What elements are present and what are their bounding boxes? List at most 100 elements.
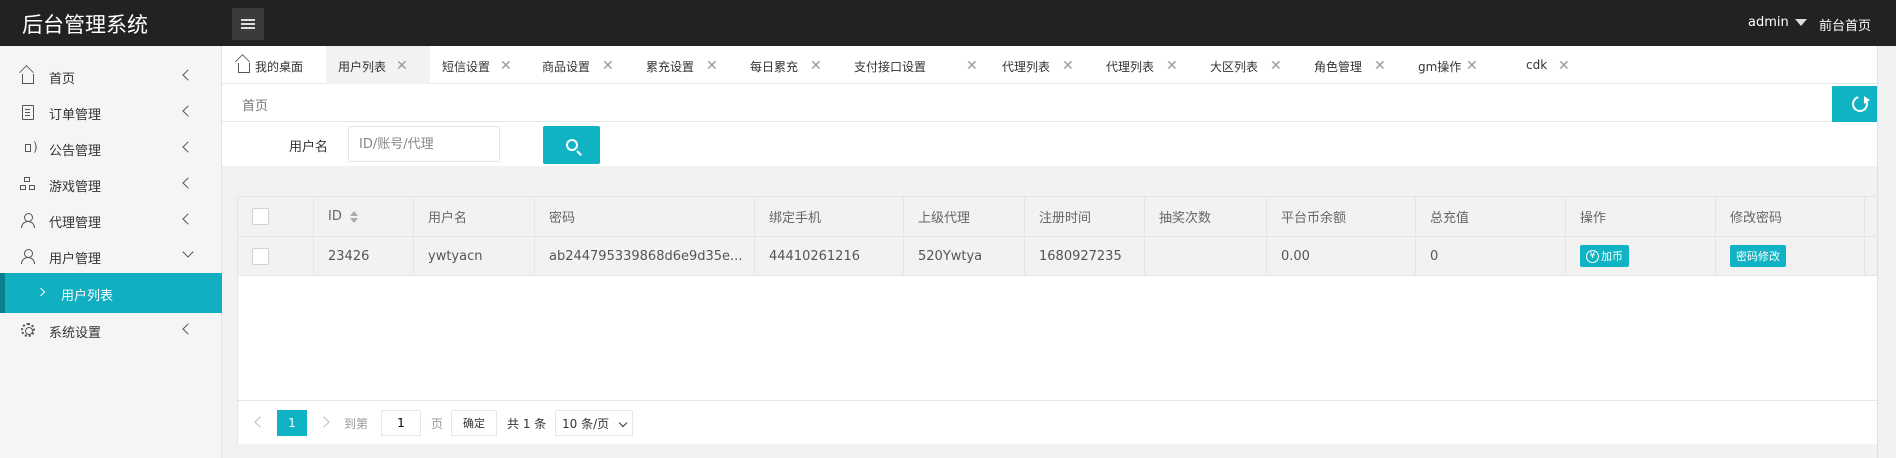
tab-user-list[interactable]: 用户列表 ✕ — [326, 46, 430, 84]
row-checkbox[interactable] — [252, 247, 269, 265]
close-icon[interactable]: ✕ — [1062, 58, 1074, 74]
close-icon[interactable]: ✕ — [1166, 58, 1178, 74]
chevron-right-icon[interactable] — [318, 416, 330, 428]
column-id[interactable]: ID — [314, 197, 414, 236]
tab-gm-operations[interactable]: gm操作 ✕ — [1410, 46, 1514, 84]
tab-bar: 我的桌面 用户列表 ✕ 短信设置 ✕ 商品设置 ✕ 累充设置 ✕ 每日累充 ✕ … — [222, 46, 1877, 84]
search-icon — [565, 139, 578, 151]
sidebar-item-home[interactable]: 首页 — [0, 58, 222, 94]
close-icon[interactable]: ✕ — [810, 58, 822, 74]
gear-icon — [20, 322, 36, 338]
add-coin-label: 加币 — [1601, 250, 1623, 263]
tab-label: 短信设置 — [442, 60, 491, 74]
page-1-button[interactable]: 1 — [277, 410, 307, 436]
column-action: 操作 — [1566, 197, 1716, 236]
sidebar-item-settings[interactable]: 系统设置 — [0, 312, 222, 348]
close-icon[interactable]: ✕ — [1466, 58, 1478, 74]
refresh-icon — [1849, 93, 1871, 115]
search-form: 用户名 — [222, 122, 1877, 166]
sidebar-subitem-user-list[interactable]: 用户列表 — [0, 273, 222, 313]
tab-label: 用户列表 — [338, 60, 387, 74]
close-icon[interactable]: ✕ — [602, 58, 614, 74]
column-reg-time: 注册时间 — [1025, 197, 1145, 236]
close-icon[interactable]: ✕ — [500, 58, 512, 74]
tab-label: 支付接口设置 — [854, 60, 927, 74]
select-all-cell — [238, 197, 314, 236]
sidebar-item-label: 系统设置 — [49, 326, 102, 341]
cell-lottery — [1145, 237, 1267, 275]
sidebar-item-users[interactable]: 用户管理 — [0, 238, 222, 274]
sidebar-item-label: 首页 — [49, 72, 76, 87]
tab-daily-recharge[interactable]: 每日累充 ✕ — [742, 46, 846, 84]
change-password-button[interactable]: 密码修改 — [1730, 245, 1786, 267]
pagination: 1 到第 页 确定 共 1 条 10 条/页 — [238, 400, 1893, 444]
column-total-recharge: 总充值 — [1416, 197, 1566, 236]
sort-icon[interactable] — [349, 210, 358, 223]
cell-phone: 44410261216 — [755, 237, 904, 275]
tab-label: 累充设置 — [646, 60, 695, 74]
breadcrumb-home[interactable]: 首页 — [242, 95, 268, 114]
hierarchy-icon — [20, 176, 36, 192]
close-icon[interactable]: ✕ — [1558, 58, 1570, 74]
close-icon[interactable]: ✕ — [706, 58, 718, 74]
add-coin-button[interactable]: ¥ 加币 — [1580, 245, 1629, 267]
menu-toggle-button[interactable] — [232, 8, 264, 40]
tab-cdk[interactable]: cdk ✕ — [1514, 46, 1618, 84]
chevron-down-icon — [182, 246, 194, 258]
tab-label: 大区列表 — [1210, 60, 1259, 74]
goto-label: 到第 — [344, 417, 369, 431]
row-select-cell — [238, 237, 314, 275]
tab-label: 每日累充 — [750, 60, 799, 74]
close-icon[interactable]: ✕ — [1270, 58, 1282, 74]
agent-icon — [20, 212, 36, 228]
table-row: 23426 ywtyacn ab244795339868d6e9d35e... … — [238, 237, 1893, 276]
select-all-checkbox[interactable] — [252, 208, 269, 225]
sidebar-item-agents[interactable]: 代理管理 — [0, 202, 222, 238]
page-size-select[interactable]: 10 条/页 — [555, 410, 633, 436]
sidebar-subitem-label: 用户列表 — [61, 289, 114, 304]
chevron-right-icon — [36, 287, 46, 297]
page-size-value: 10 条/页 — [562, 416, 610, 431]
tab-product-settings[interactable]: 商品设置 ✕ — [534, 46, 638, 84]
cell-username: ywtyacn — [414, 237, 535, 275]
tab-my-desktop[interactable]: 我的桌面 — [222, 46, 326, 84]
cell-password: ab244795339868d6e9d35e... — [535, 237, 755, 275]
sidebar-item-orders[interactable]: 订单管理 — [0, 94, 222, 130]
close-icon[interactable]: ✕ — [966, 58, 978, 74]
yen-icon: ¥ — [1586, 249, 1599, 263]
column-agent: 上级代理 — [904, 197, 1025, 236]
frontend-home-link[interactable]: 前台首页 — [1819, 15, 1871, 34]
tab-agent-list[interactable]: 代理列表 ✕ — [994, 46, 1098, 84]
chevron-left-icon — [182, 323, 194, 335]
search-label: 用户名 — [289, 140, 329, 155]
cell-balance: 0.00 — [1267, 237, 1416, 275]
chevron-down-icon — [618, 418, 628, 428]
breadcrumb: 首页 — [222, 84, 1877, 122]
column-balance: 平台币余额 — [1267, 197, 1416, 236]
close-icon[interactable]: ✕ — [1374, 58, 1386, 74]
page-confirm-button[interactable]: 确定 — [451, 410, 497, 436]
tab-payment-settings[interactable]: 支付接口设置 ✕ — [846, 46, 994, 84]
search-button[interactable] — [543, 126, 600, 164]
search-input[interactable] — [348, 126, 500, 162]
app-title: 后台管理系统 — [22, 13, 148, 37]
cell-total-recharge: 0 — [1416, 237, 1566, 275]
sidebar-item-announcements[interactable]: 公告管理 — [0, 130, 222, 166]
tab-agent-list-2[interactable]: 代理列表 ✕ — [1098, 46, 1202, 84]
page-number-input[interactable] — [381, 410, 421, 436]
column-change-password: 修改密码 — [1716, 197, 1865, 236]
sidebar-item-games[interactable]: 游戏管理 — [0, 166, 222, 202]
tab-region-list[interactable]: 大区列表 ✕ — [1202, 46, 1306, 84]
tab-label: 角色管理 — [1314, 60, 1363, 74]
chevron-left-icon[interactable] — [254, 416, 266, 428]
tab-sms-settings[interactable]: 短信设置 ✕ — [430, 46, 534, 84]
page-scrollbar[interactable] — [1877, 46, 1896, 458]
chevron-left-icon — [182, 141, 194, 153]
tab-role-management[interactable]: 角色管理 ✕ — [1306, 46, 1410, 84]
close-icon[interactable]: ✕ — [396, 58, 408, 74]
page-unit-label: 页 — [431, 417, 444, 431]
column-password: 密码 — [535, 197, 755, 236]
tab-recharge-settings[interactable]: 累充设置 ✕ — [638, 46, 742, 84]
user-menu[interactable]: admin — [1748, 15, 1807, 30]
column-lottery: 抽奖次数 — [1145, 197, 1267, 236]
